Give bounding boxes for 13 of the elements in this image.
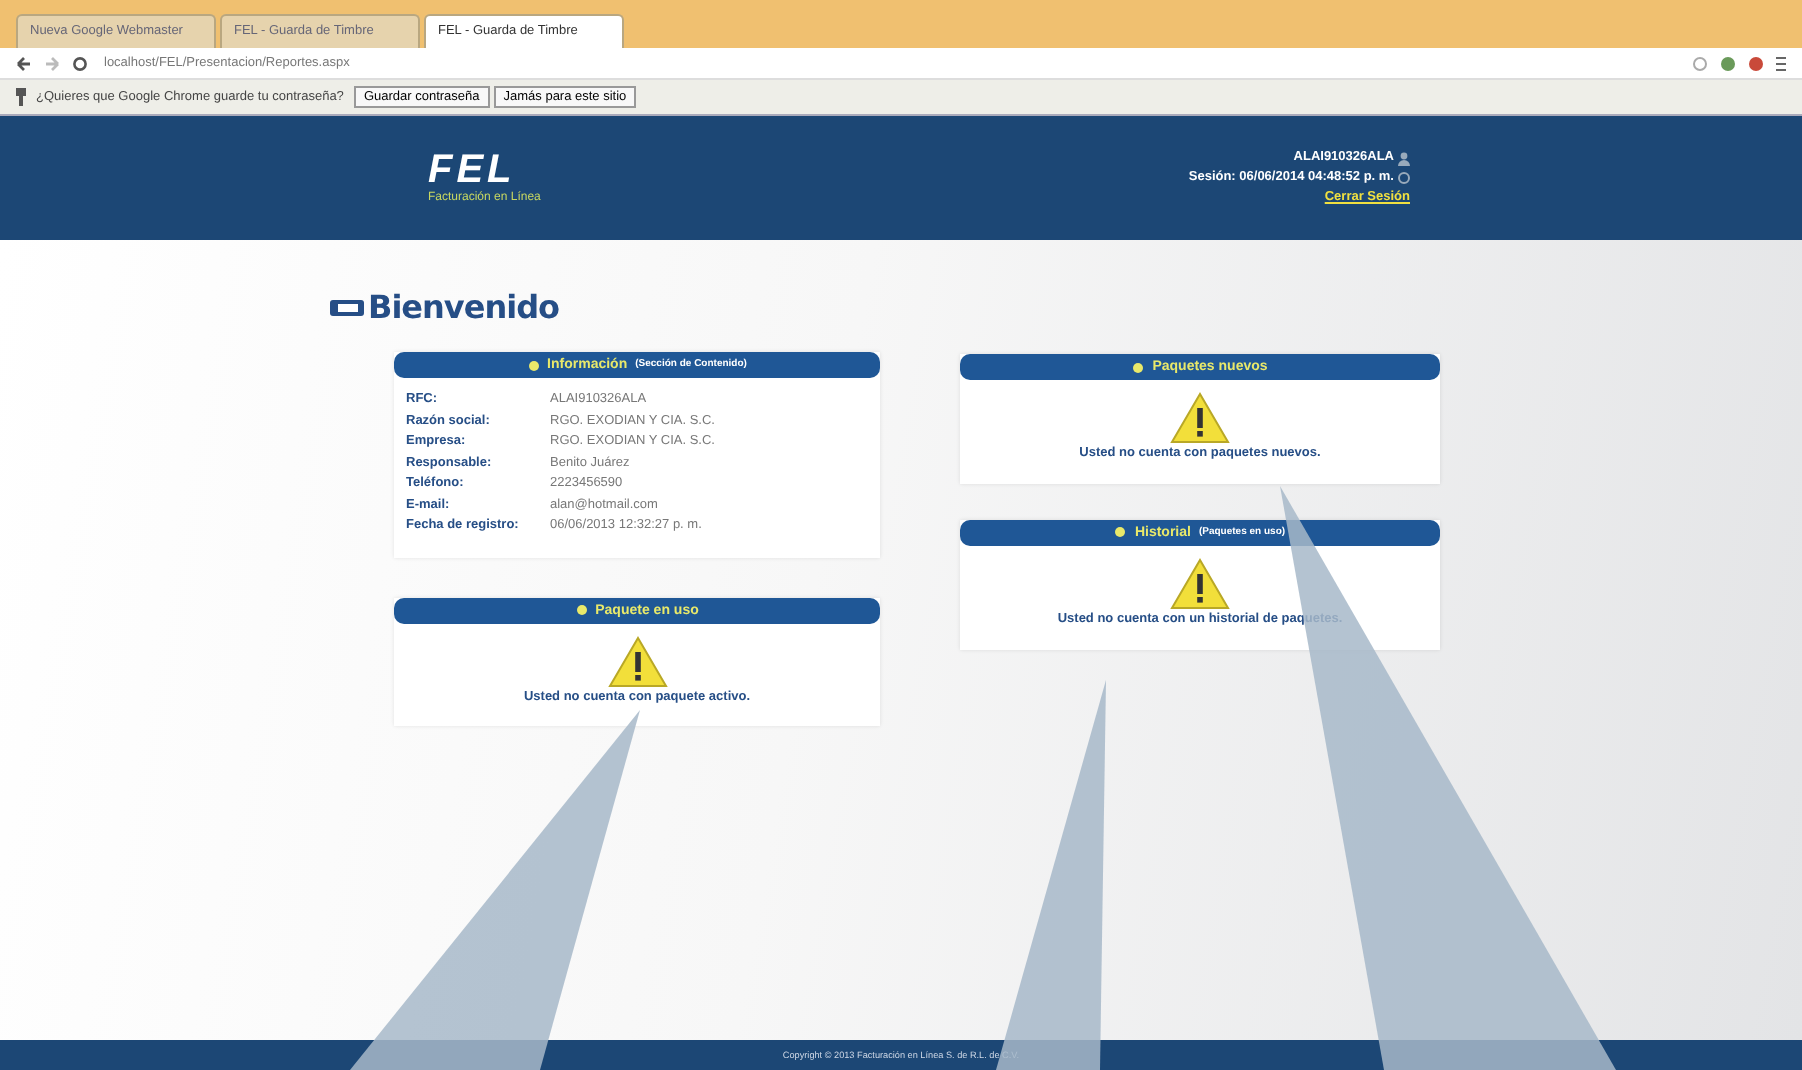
panel-icon xyxy=(527,359,540,371)
panel-icon xyxy=(575,604,588,616)
user-icon xyxy=(1398,151,1410,166)
warning-icon xyxy=(607,635,667,687)
warning-icon xyxy=(1170,392,1230,444)
panel-icon xyxy=(1132,361,1145,373)
page-title: Bienvenido xyxy=(368,286,560,330)
logo: FEL xyxy=(428,149,518,189)
warning-icon xyxy=(1170,557,1230,610)
panel-icon xyxy=(1114,526,1127,539)
menu-icon[interactable] xyxy=(1776,55,1786,71)
back-icon[interactable] xyxy=(16,55,32,71)
reload-icon[interactable] xyxy=(72,55,88,71)
